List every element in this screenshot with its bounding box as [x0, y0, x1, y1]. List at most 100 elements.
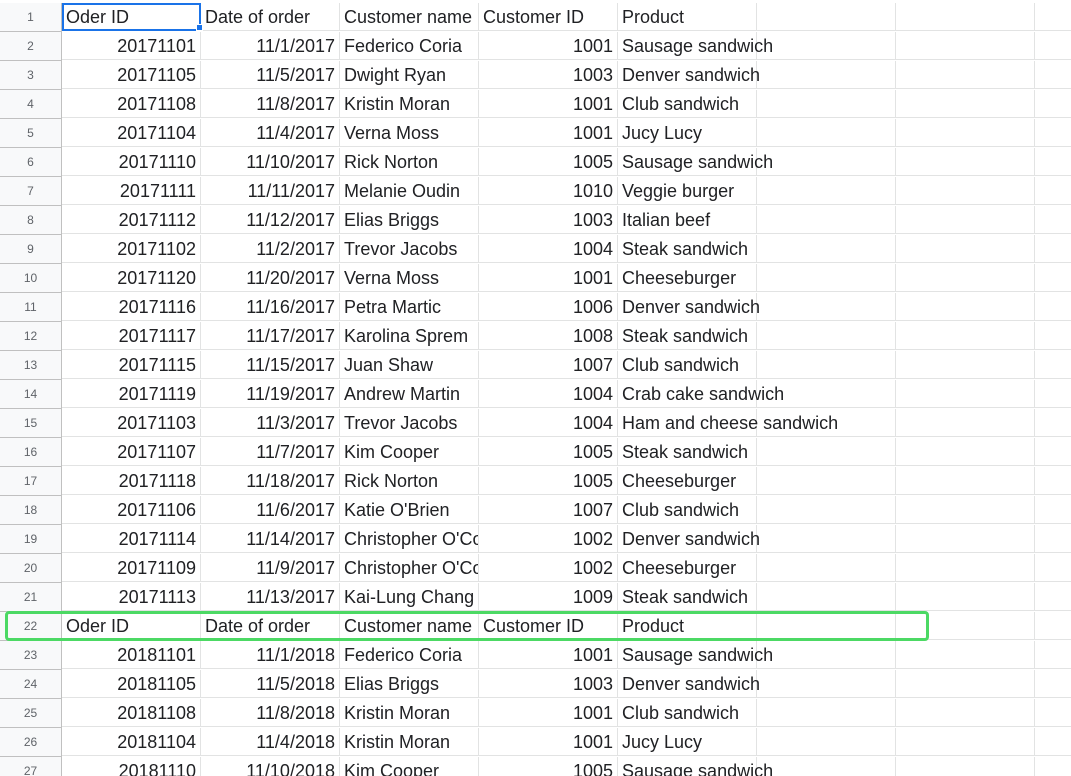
cell-a[interactable]: 20171101 [62, 32, 201, 60]
cell-a[interactable]: 20171116 [62, 293, 201, 321]
cell-d[interactable]: Customer ID [479, 612, 618, 640]
row-header[interactable]: 27 [0, 757, 62, 776]
cell-a[interactable]: Oder ID [62, 612, 201, 640]
cell-e[interactable]: Cheeseburger [618, 554, 757, 582]
cell-e[interactable]: Sausage sandwich [618, 148, 773, 176]
cell-b[interactable]: 11/12/2017 [201, 206, 340, 234]
cell-empty[interactable] [1035, 728, 1071, 756]
row-header[interactable]: 6 [0, 148, 62, 177]
cell-empty[interactable] [757, 148, 896, 176]
cell-b[interactable]: 11/15/2017 [201, 351, 340, 379]
cell-b[interactable]: 11/17/2017 [201, 322, 340, 350]
cell-b[interactable]: 11/4/2017 [201, 119, 340, 147]
row-header[interactable]: 9 [0, 235, 62, 264]
cell-b[interactable]: 11/2/2017 [201, 235, 340, 263]
cell-e[interactable]: Denver sandwich [618, 525, 760, 553]
cell-e[interactable]: Club sandwich [618, 699, 757, 727]
cell-a[interactable]: 20171117 [62, 322, 201, 350]
cell-empty[interactable] [757, 757, 896, 776]
cell-c[interactable]: Elias Briggs [340, 206, 479, 234]
cell-b[interactable]: 11/3/2017 [201, 409, 340, 437]
cell-empty[interactable] [757, 61, 896, 89]
cell-c[interactable]: Christopher O'Co [340, 525, 479, 553]
cell-b[interactable]: 11/19/2017 [201, 380, 340, 408]
cell-empty[interactable] [757, 380, 896, 408]
cell-e[interactable]: Cheeseburger [618, 264, 757, 292]
cell-c[interactable]: Melanie Oudin [340, 177, 479, 205]
cell-empty[interactable] [896, 670, 1035, 698]
cell-a[interactable]: 20181104 [62, 728, 201, 756]
cell-empty[interactable] [896, 525, 1035, 553]
cell-d[interactable]: 1009 [479, 583, 618, 611]
cell-empty[interactable] [757, 293, 896, 321]
cell-e[interactable]: Sausage sandwich [618, 32, 773, 60]
cell-empty[interactable] [757, 699, 896, 727]
cell-d[interactable]: 1002 [479, 554, 618, 582]
row-header[interactable]: 17 [0, 467, 62, 496]
cell-d[interactable]: 1007 [479, 496, 618, 524]
cell-empty[interactable] [896, 32, 1035, 60]
cell-a[interactable]: 20181110 [62, 757, 201, 776]
row-header[interactable]: 4 [0, 90, 62, 119]
cell-b[interactable]: 11/9/2017 [201, 554, 340, 582]
cell-a[interactable]: Oder ID [62, 3, 201, 31]
cell-empty[interactable] [757, 177, 896, 205]
cell-c[interactable]: Verna Moss [340, 264, 479, 292]
cell-e[interactable]: Italian beef [618, 206, 757, 234]
cell-b[interactable]: 11/10/2017 [201, 148, 340, 176]
cell-a[interactable]: 20171119 [62, 380, 201, 408]
cell-d[interactable]: 1001 [479, 699, 618, 727]
cell-c[interactable]: Customer name [340, 612, 479, 640]
cell-empty[interactable] [757, 554, 896, 582]
spreadsheet-grid[interactable]: 1 Oder ID Date of order Customer name Custom… [0, 0, 1071, 776]
cell-b[interactable]: 11/8/2017 [201, 90, 340, 118]
cell-e[interactable]: Steak sandwich [618, 322, 757, 350]
cell-e[interactable]: Veggie burger [618, 177, 757, 205]
cell-empty[interactable] [757, 90, 896, 118]
cell-empty[interactable] [757, 409, 896, 437]
cell-empty[interactable] [896, 235, 1035, 263]
cell-empty[interactable] [896, 699, 1035, 727]
cell-empty[interactable] [896, 322, 1035, 350]
cell-empty[interactable] [896, 351, 1035, 379]
cell-empty[interactable] [757, 438, 896, 466]
cell-empty[interactable] [757, 612, 896, 640]
cell-c[interactable]: Kim Cooper [340, 438, 479, 466]
cell-a[interactable]: 20171108 [62, 90, 201, 118]
cell-e[interactable]: Product [618, 612, 757, 640]
row-header[interactable]: 16 [0, 438, 62, 467]
row-header[interactable]: 10 [0, 264, 62, 293]
selection-fill-handle[interactable] [196, 24, 203, 31]
cell-empty[interactable] [757, 670, 896, 698]
cell-empty[interactable] [757, 583, 896, 611]
cell-empty[interactable] [896, 293, 1035, 321]
cell-b[interactable]: 11/10/2018 [201, 757, 340, 776]
cell-empty[interactable] [757, 32, 896, 60]
cell-b[interactable]: 11/1/2018 [201, 641, 340, 669]
cell-b[interactable]: 11/7/2017 [201, 438, 340, 466]
cell-c[interactable]: Kristin Moran [340, 728, 479, 756]
row-header[interactable]: 19 [0, 525, 62, 554]
cell-a[interactable]: 20171110 [62, 148, 201, 176]
cell-a[interactable]: 20171103 [62, 409, 201, 437]
cell-empty[interactable] [1035, 554, 1071, 582]
row-header[interactable]: 1 [0, 3, 62, 32]
cell-a[interactable]: 20181105 [62, 670, 201, 698]
cell-empty[interactable] [1035, 583, 1071, 611]
cell-c[interactable]: Trevor Jacobs [340, 235, 479, 263]
row-header[interactable]: 26 [0, 728, 62, 757]
cell-c[interactable]: Katie O'Brien [340, 496, 479, 524]
row-header[interactable]: 2 [0, 32, 62, 61]
cell-empty[interactable] [896, 61, 1035, 89]
cell-a[interactable]: 20181101 [62, 641, 201, 669]
cell-e[interactable]: Club sandwich [618, 496, 757, 524]
cell-e[interactable]: Denver sandwich [618, 670, 760, 698]
cell-d[interactable]: 1008 [479, 322, 618, 350]
cell-c[interactable]: Karolina Sprem [340, 322, 479, 350]
cell-empty[interactable] [757, 206, 896, 234]
cell-c[interactable]: Federico Coria [340, 32, 479, 60]
cell-d[interactable]: 1005 [479, 467, 618, 495]
cell-d[interactable]: 1001 [479, 119, 618, 147]
cell-empty[interactable] [896, 177, 1035, 205]
cell-empty[interactable] [896, 206, 1035, 234]
